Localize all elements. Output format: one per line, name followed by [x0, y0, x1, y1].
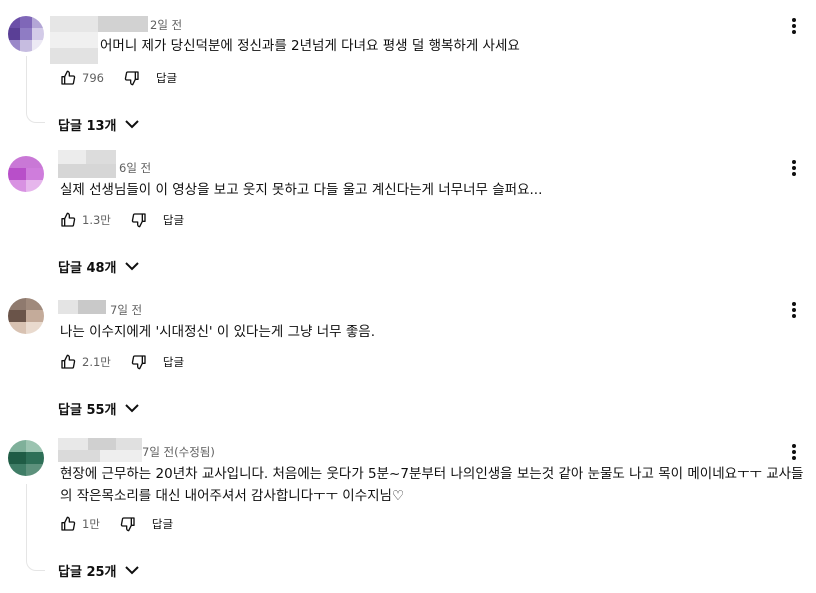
comment-thread: 2일 전 어머니 제가 당신덕분에 정신과를 2년넘게 다녀요 평생 덜 행복하…	[0, 0, 816, 142]
comment-actions: 1만 답글	[58, 514, 173, 534]
replies-label: 답글 25개	[58, 564, 117, 580]
comment-actions: 1.3만 답글	[58, 210, 184, 230]
chevron-down-icon	[124, 565, 139, 575]
view-replies-button[interactable]: 답글 48개	[58, 255, 139, 277]
view-replies-button[interactable]: 답글 25개	[58, 559, 139, 581]
avatar[interactable]	[8, 156, 44, 192]
comment-text: 실제 선생님들이 이 영상을 보고 웃지 못하고 다들 울고 계신다는게 너무너…	[60, 182, 543, 198]
comment-time[interactable]: 2일 전	[150, 17, 182, 33]
like-count: 796	[82, 71, 104, 85]
comment-text: 나는 이수지에게 '시대정신' 이 있다는게 그냥 너무 좋음.	[60, 324, 375, 340]
thumbs-up-icon[interactable]	[58, 514, 78, 534]
view-replies-button[interactable]: 답글 13개	[58, 113, 139, 135]
more-vert-icon[interactable]	[784, 14, 804, 38]
thumbs-down-icon[interactable]	[122, 68, 142, 88]
comment-thread: 7일 전(수정됨) 현장에 근무하는 20년차 교사입니다. 처음에는 웃다가 …	[0, 426, 816, 593]
comment-thread: 6일 전 실제 선생님들이 이 영상을 보고 웃지 못하고 다들 울고 계신다는…	[0, 142, 816, 284]
avatar[interactable]	[8, 16, 44, 52]
chevron-down-icon	[124, 261, 139, 271]
like-count: 1만	[82, 517, 100, 531]
thumbs-up-icon[interactable]	[58, 210, 78, 230]
thread-line	[26, 56, 27, 110]
chevron-down-icon	[124, 119, 139, 129]
comment-time[interactable]: 7일 전(수정됨)	[142, 444, 215, 460]
replies-label: 답글 55개	[58, 402, 117, 418]
comment-actions: 2.1만 답글	[58, 352, 184, 372]
avatar[interactable]	[8, 298, 44, 334]
more-vert-icon[interactable]	[784, 156, 804, 180]
comment-text: 현장에 근무하는 20년차 교사입니다. 처음에는 웃다가 5분~7분부터 나의…	[60, 466, 804, 504]
reply-button[interactable]: 답글	[163, 212, 184, 228]
reply-button[interactable]: 답글	[152, 516, 173, 532]
thumbs-down-icon[interactable]	[129, 210, 149, 230]
thumbs-up-icon[interactable]	[58, 352, 78, 372]
thumbs-down-icon[interactable]	[118, 514, 138, 534]
reply-button[interactable]: 답글	[163, 354, 184, 370]
replies-label: 답글 13개	[58, 118, 117, 134]
view-replies-button[interactable]: 답글 55개	[58, 397, 139, 419]
more-vert-icon[interactable]	[784, 298, 804, 322]
avatar[interactable]	[8, 440, 44, 476]
reply-button[interactable]: 답글	[156, 70, 177, 86]
chevron-down-icon	[124, 403, 139, 413]
author-name[interactable]	[58, 438, 142, 462]
comment-time[interactable]: 7일 전	[110, 302, 142, 318]
thread-connector	[26, 558, 45, 571]
like-count: 1.3만	[82, 213, 111, 227]
thumbs-up-icon[interactable]	[58, 68, 78, 88]
comment-time[interactable]: 6일 전	[119, 160, 151, 176]
comment-thread: 7일 전 나는 이수지에게 '시대정신' 이 있다는게 그냥 너무 좋음. 2.…	[0, 284, 816, 426]
author-name[interactable]	[58, 150, 116, 178]
thumbs-down-icon[interactable]	[129, 352, 149, 372]
comment-text: 어머니 제가 당신덕분에 정신과를 2년넘게 다녀요 평생 덜 행복하게 사세요	[100, 38, 520, 54]
more-vert-icon[interactable]	[784, 440, 804, 464]
thread-connector	[26, 110, 45, 123]
like-count: 2.1만	[82, 355, 111, 369]
thread-line	[26, 484, 27, 558]
comment-actions: 796 답글	[58, 68, 177, 88]
author-name[interactable]	[58, 300, 106, 314]
replies-label: 답글 48개	[58, 260, 117, 276]
